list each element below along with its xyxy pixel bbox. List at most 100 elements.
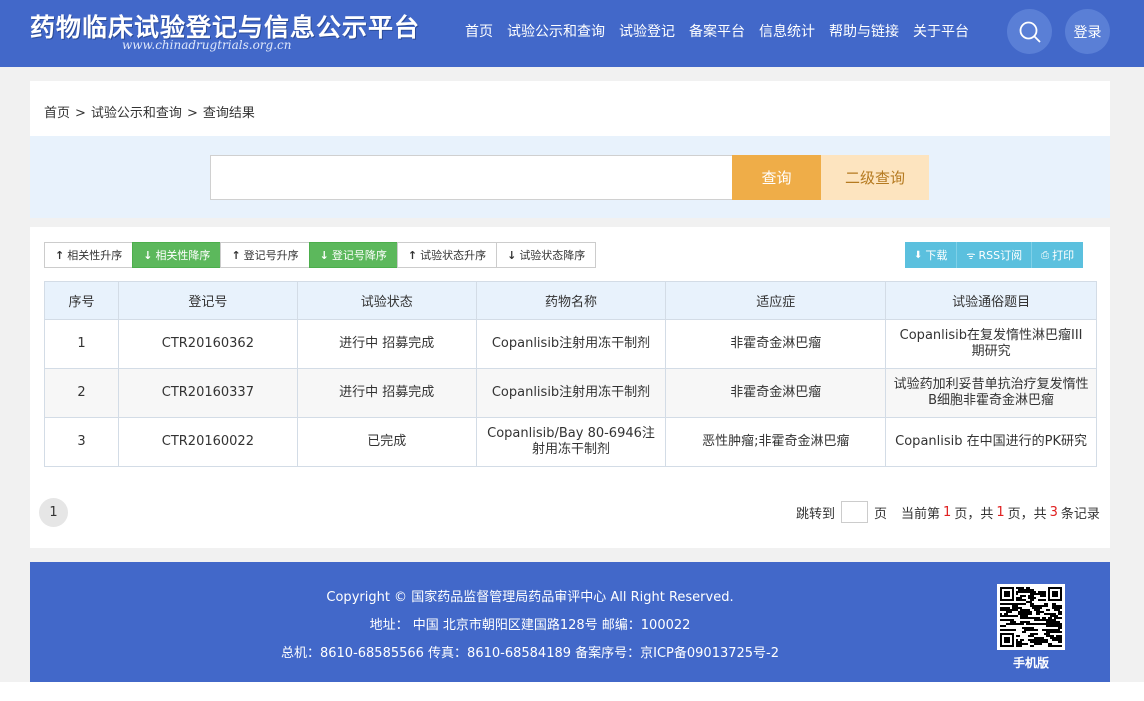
- row-index: 2: [44, 368, 119, 418]
- mobile-version-link[interactable]: 手机版: [992, 654, 1070, 671]
- search-area: 查询 二级查询: [30, 136, 1110, 218]
- trial-title[interactable]: Copanlisib在复发惰性淋巴瘤III 期研究: [885, 319, 1097, 369]
- breadcrumb-home[interactable]: 首页: [44, 106, 70, 121]
- nav-help-links[interactable]: 帮助与链接: [822, 21, 906, 41]
- page-unit-label: 页: [874, 506, 888, 522]
- sort-regno-desc-button[interactable]: ↓ 登记号降序: [308, 242, 398, 268]
- rss-label: RSS订阅: [978, 249, 1023, 262]
- sort-relevance-desc-button[interactable]: ↓ 相关性降序: [132, 242, 222, 268]
- trial-title[interactable]: 试验药加利妥昔单抗治疗复发惰性B细胞非霍奇金淋巴瘤: [885, 368, 1097, 418]
- indication: 恶性肿瘤;非霍奇金淋巴瘤: [665, 417, 887, 467]
- footer-copyright: Copyright © 国家药品监督管理局药品审评中心 All Right Re…: [326, 590, 734, 605]
- trial-title[interactable]: Copanlisib 在中国进行的PK研究: [885, 417, 1097, 467]
- qr-code-pattern: [1000, 587, 1062, 647]
- registration-number[interactable]: CTR20160362: [117, 319, 298, 369]
- site-url: www.chinadrugtrials.org.cn: [122, 38, 292, 52]
- column-header: 试验通俗题目: [885, 281, 1097, 320]
- sort-label: 登记号降序: [331, 249, 387, 262]
- row-index: 3: [44, 417, 119, 467]
- main-nav: 首页 试验公示和查询 试验登记 备案平台 信息统计 帮助与链接 关于平台: [458, 0, 976, 62]
- query-button[interactable]: 查询: [732, 155, 821, 200]
- table-row[interactable]: 1 CTR20160362 进行中 招募完成 Copanlisib注射用冻干制剂…: [44, 319, 1097, 369]
- total-pages-prefix: 页，共: [954, 506, 994, 522]
- rss-subscribe-button[interactable]: ᯤ RSS订阅: [957, 242, 1033, 268]
- indication: 非霍奇金淋巴瘤: [665, 368, 887, 418]
- sort-label: 相关性降序: [155, 249, 211, 262]
- column-header: 适应症: [665, 281, 887, 320]
- indication: 非霍奇金淋巴瘤: [665, 319, 887, 369]
- qr-code-image[interactable]: [997, 584, 1065, 650]
- download-button[interactable]: ⬇ 下载: [905, 242, 958, 268]
- jump-label: 跳转到: [796, 506, 836, 522]
- sort-label: 相关性升序: [67, 249, 123, 262]
- nav-filing-platform[interactable]: 备案平台: [682, 21, 752, 41]
- arrow-down-icon: ↓: [319, 248, 329, 262]
- page-jump-input[interactable]: [841, 501, 869, 523]
- column-header: 登记号: [117, 281, 298, 320]
- search-input[interactable]: [210, 155, 733, 200]
- drug-name: Copanlisib注射用冻干制剂: [475, 319, 667, 369]
- login-button[interactable]: 登录: [1065, 9, 1110, 54]
- breadcrumb-current: 查询结果: [202, 106, 255, 121]
- nav-trial-query[interactable]: 试验公示和查询: [500, 21, 612, 41]
- footer-contact: 总机：8610-68585566 传真：8610-68584189 备案序号：京…: [280, 646, 780, 661]
- print-button[interactable]: ⎙ 打印: [1032, 242, 1084, 268]
- total-pages-number: 1: [996, 504, 1005, 520]
- breadcrumb: 首页 > 试验公示和查询 > 查询结果: [44, 102, 255, 121]
- records-prefix: 页，共: [1007, 506, 1047, 522]
- nav-home[interactable]: 首页: [458, 21, 500, 41]
- action-toolbar: ⬇ 下载 ᯤ RSS订阅 ⎙ 打印: [905, 242, 1084, 268]
- footer: Copyright © 国家药品监督管理局药品审评中心 All Right Re…: [30, 562, 1110, 682]
- nav-statistics[interactable]: 信息统计: [752, 21, 822, 41]
- secondary-query-button[interactable]: 二级查询: [821, 155, 929, 200]
- print-icon: ⎙: [1041, 249, 1050, 261]
- pagination-page-button[interactable]: 1: [39, 498, 68, 527]
- print-label: 打印: [1052, 249, 1075, 262]
- rss-icon: ᯤ: [966, 251, 976, 262]
- sort-label: 登记号升序: [243, 249, 299, 262]
- records-suffix: 条记录: [1060, 506, 1100, 522]
- column-header: 序号: [44, 281, 119, 320]
- trial-status: 进行中 招募完成: [296, 368, 477, 418]
- table-header-row: 序号 登记号 试验状态 药物名称 适应症 试验通俗题目: [44, 281, 1097, 320]
- registration-number[interactable]: CTR20160337: [117, 368, 298, 418]
- sort-toolbar: ↑ 相关性升序 ↓ 相关性降序 ↑ 登记号升序 ↓ 登记号降序 ↑ 试验状态升序 ↓ 试验状…: [44, 242, 597, 268]
- main-panel: 首页 > 试验公示和查询 > 查询结果 查询 二级查询 ↑ 相关性升序 ↓ 相关性降序 ↑ 登…: [30, 81, 1110, 548]
- total-records-number: 3: [1049, 504, 1058, 520]
- drug-name: Copanlisib/Bay 80-6946注射用冻干制剂: [475, 417, 667, 467]
- breadcrumb-trial-query[interactable]: 试验公示和查询: [91, 106, 182, 121]
- nav-about[interactable]: 关于平台: [906, 21, 976, 41]
- arrow-down-icon: ↓: [507, 248, 517, 262]
- top-header: 药物临床试验登记与信息公示平台 www.chinadrugtrials.org.…: [0, 0, 1144, 67]
- sort-status-desc-button[interactable]: ↓ 试验状态降序: [496, 242, 597, 268]
- pagination-info: 跳转到 页 当前第 1 页，共 1 页，共 3 条记录: [796, 501, 1100, 523]
- breadcrumb-separator: >: [75, 106, 86, 121]
- current-prefix: 当前第: [901, 506, 941, 522]
- sort-label: 试验状态降序: [519, 249, 586, 262]
- header-search-button[interactable]: [1007, 9, 1052, 54]
- nav-trial-registration[interactable]: 试验登记: [612, 21, 682, 41]
- search-icon: [1019, 21, 1041, 43]
- column-header: 药物名称: [475, 281, 667, 320]
- sort-relevance-asc-button[interactable]: ↑ 相关性升序: [44, 242, 134, 268]
- table-row[interactable]: 2 CTR20160337 进行中 招募完成 Copanlisib注射用冻干制剂…: [44, 368, 1097, 418]
- section-divider: [30, 218, 1110, 227]
- arrow-up-icon: ↑: [407, 248, 418, 262]
- sort-label: 试验状态升序: [420, 249, 487, 262]
- page-bottom: [0, 682, 1144, 701]
- results-table: 序号 登记号 试验状态 药物名称 适应症 试验通俗题目 1 CTR2016036…: [44, 281, 1097, 467]
- drug-name: Copanlisib注射用冻干制剂: [475, 368, 667, 418]
- registration-number[interactable]: CTR20160022: [117, 417, 298, 467]
- trial-status: 已完成: [296, 417, 477, 467]
- sort-status-asc-button[interactable]: ↑ 试验状态升序: [396, 242, 498, 268]
- sort-regno-asc-button[interactable]: ↑ 登记号升序: [220, 242, 310, 268]
- breadcrumb-separator: >: [186, 106, 198, 121]
- arrow-up-icon: ↑: [55, 248, 65, 262]
- row-index: 1: [44, 319, 119, 369]
- footer-address: 地址： 中国 北京市朝阳区建国路128号 邮编：100022: [369, 618, 691, 633]
- trial-status: 进行中 招募完成: [296, 319, 477, 369]
- download-label: 下载: [925, 249, 948, 262]
- table-row[interactable]: 3 CTR20160022 已完成 Copanlisib/Bay 80-6946…: [44, 417, 1097, 467]
- current-page-number: 1: [943, 504, 952, 520]
- column-header: 试验状态: [296, 281, 477, 320]
